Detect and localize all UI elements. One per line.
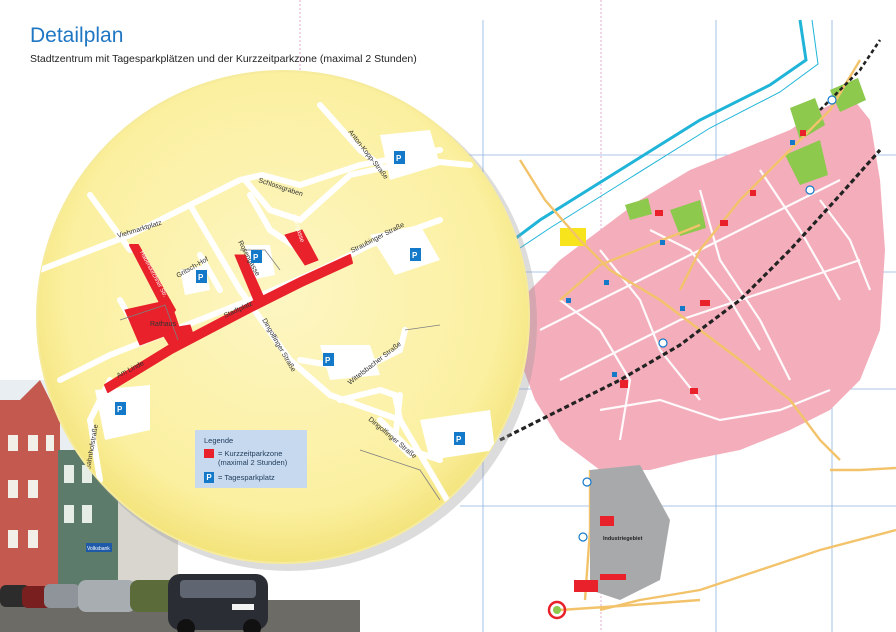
legend-title: Legende [204,436,234,445]
rathaus-building [168,330,186,342]
parking-sign: P [394,151,405,164]
legend-short-term-sub: (maximal 2 Stunden) [218,458,288,467]
parking-sign: P [196,270,207,283]
parking-sign: P [410,248,421,261]
legend-row-parking: P = Tagesparkplatz [204,472,275,483]
svg-text:P: P [456,435,462,444]
detail-circle-map: Viehmarktplatz Schlossgraben Anton-Kopp-… [36,70,537,571]
page-title: Detailplan [30,24,124,47]
legend-row-short-term: = Kurzzeitparkzone (maximal 2 Stunden) [204,449,287,467]
parking-sign: P [454,432,465,445]
parking-swatch-icon: P [204,472,214,483]
parking-sign: P [323,353,334,366]
detail-circle [36,70,530,564]
svg-text:P: P [325,356,331,365]
svg-text:P: P [253,253,259,262]
svg-text:P: P [396,154,402,163]
page-subtitle: Stadtzentrum mit Tagesparkplätzen und de… [30,53,417,65]
svg-text:P: P [198,273,204,282]
legend-parking-label: = Tagesparkplatz [218,473,275,482]
svg-text:P: P [117,405,123,414]
svg-text:P: P [412,251,418,260]
legend-short-term-label: = Kurzzeitparkzone [218,449,283,458]
parking-sign: P [115,402,126,415]
short-term-swatch [204,449,214,458]
legend-box: Legende = Kurzzeitparkzone (maximal 2 St… [195,430,307,488]
street-label-rathaus: Rathaus [150,321,177,328]
parking-sign: P [251,250,262,263]
map-page: Industriegebiet Volksbank Viehmarktplatz… [0,0,896,632]
